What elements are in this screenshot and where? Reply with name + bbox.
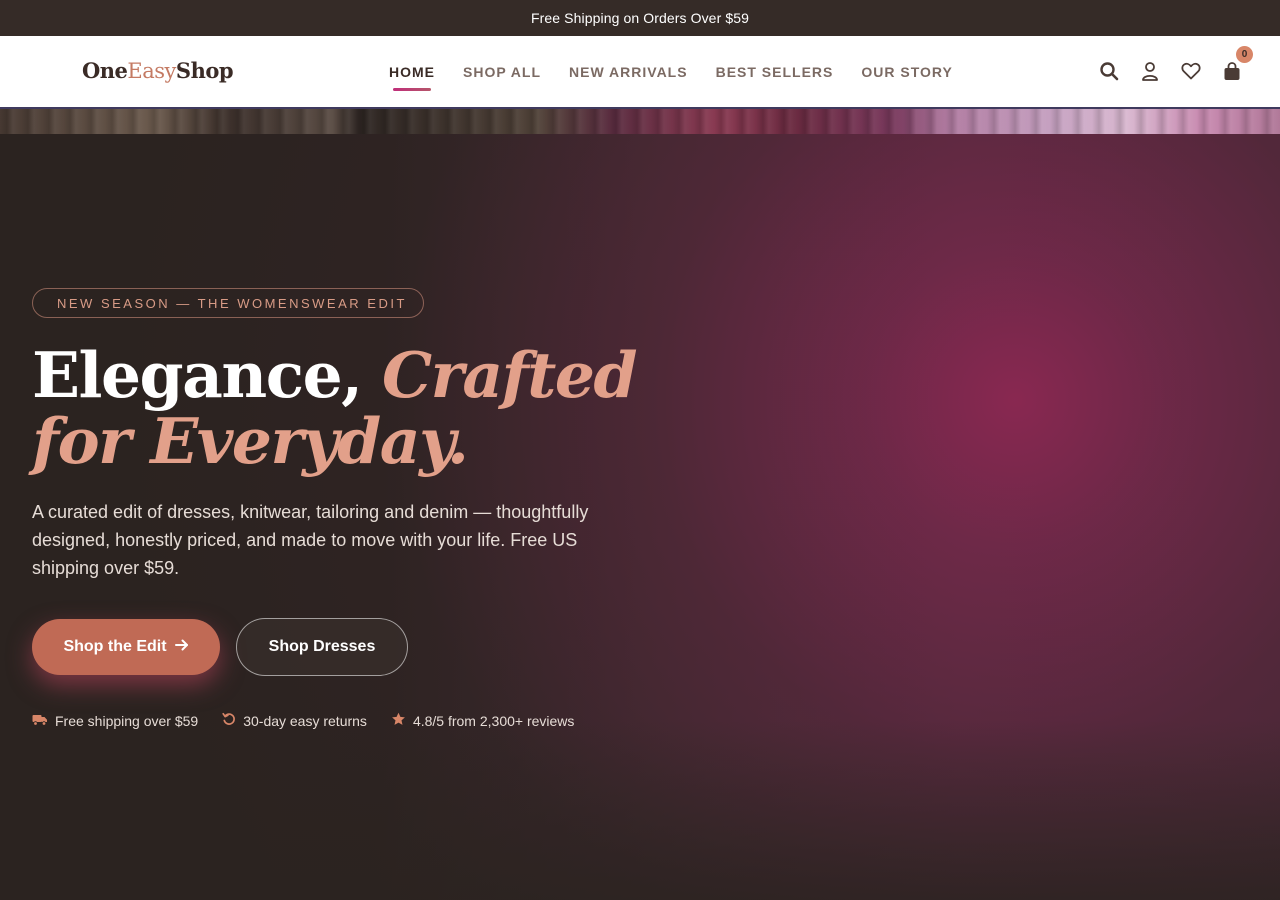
perks-row: Free shipping over $59 30-day easy retur… [32,712,574,729]
perk-item: 4.8/5 from 2,300+ reviews [391,712,574,729]
cart-count-badge: 0 [1236,46,1253,63]
season-eyebrow-text: NEW SEASON — THE WOMENSWEAR EDIT [57,295,407,311]
nav-our-story[interactable]: OUR STORY [861,64,952,80]
headline-accent-everyday: for Everyday. [32,404,469,478]
search-icon[interactable] [1099,58,1119,84]
nav-home[interactable]: HOME [389,64,435,91]
logo-part-one: One [82,58,128,83]
truck-icon [32,713,48,729]
announcement-text: Free Shipping on Orders Over $59 [531,10,749,26]
main-nav: HOME SHOP ALL NEW ARRIVALS BEST SELLERS … [389,36,953,107]
shop-the-edit-button[interactable]: Shop the Edit [32,619,220,675]
site-header: OneEasyShop HOME SHOP ALL NEW ARRIVALS B… [0,36,1280,109]
perk-shipping-text: Free shipping over $59 [55,712,199,729]
hero-image-strip [0,109,1280,134]
logo-part-shop: Shop [175,58,234,83]
hero-headline: Elegance, Crafted for Everyday. [32,342,638,474]
announcement-bar: Free Shipping on Orders Over $59 [0,0,1280,36]
nav-shop-all[interactable]: SHOP ALL [463,64,541,80]
perk-item: 30-day easy returns [222,712,367,729]
star-icon [391,712,406,729]
arrow-right-icon [174,638,189,656]
perk-item: Free shipping over $59 [32,713,198,729]
cart-icon[interactable]: 0 [1222,46,1253,84]
header-icons: 0 [1099,46,1253,84]
wishlist-icon[interactable] [1181,58,1201,84]
shop-dresses-button[interactable]: Shop Dresses [236,618,408,676]
hero-section: NEW SEASON — THE WOMENSWEAR EDIT Eleganc… [0,134,1280,900]
shop-the-edit-label: Shop the Edit [63,638,167,655]
headline-accent-crafted: Crafted [382,338,638,412]
shop-dresses-label: Shop Dresses [268,638,376,655]
returns-icon [222,712,236,729]
nav-best-sellers[interactable]: BEST SELLERS [716,64,834,80]
hero-description: A curated edit of dresses, knitwear, tai… [32,502,589,578]
account-icon[interactable] [1140,58,1160,84]
logo[interactable]: OneEasyShop [82,58,234,83]
perk-reviews-text: 4.8/5 from 2,300+ reviews [412,712,575,729]
nav-new-arrivals[interactable]: NEW ARRIVALS [569,64,688,80]
perk-returns-text: 30-day easy returns [243,712,367,729]
logo-part-easy: Easy [127,59,176,83]
headline-part-elegance: Elegance, [32,338,383,412]
season-eyebrow: NEW SEASON — THE WOMENSWEAR EDIT [32,288,424,318]
